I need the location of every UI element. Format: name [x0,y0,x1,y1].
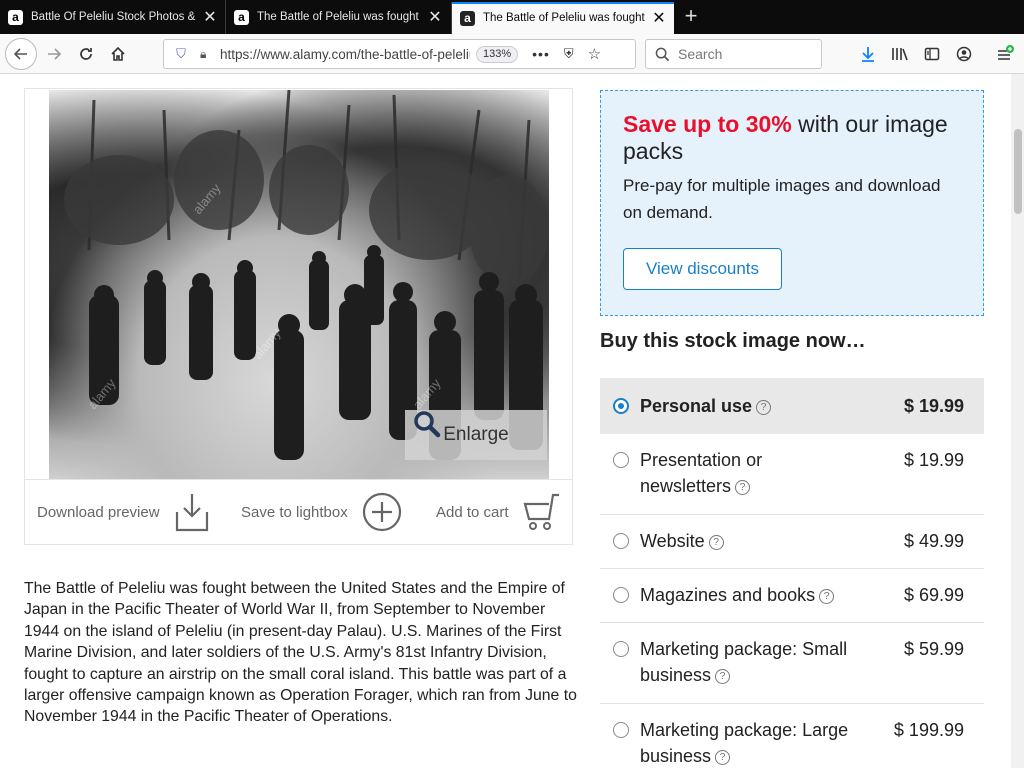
magnifier-icon [414,411,441,438]
download-preview-label: Download preview [37,503,160,521]
option-label: Website? [640,528,890,554]
radio-unselected[interactable] [613,587,629,603]
cart-icon [523,493,559,530]
stock-photo[interactable]: alamy alamy alamy alamy Enlarge [49,90,549,479]
bookmark-star-icon[interactable]: ☆ [588,45,601,63]
option-label: Personal use? [640,393,890,419]
save-to-lightbox-label: Save to lightbox [241,503,348,521]
new-tab-plus-icon[interactable]: + [680,4,702,28]
alamy-favicon-icon: a [8,9,23,25]
radio-unselected[interactable] [613,533,629,549]
home-icon [111,46,125,61]
pocket-icon[interactable]: ⛨ [564,46,574,62]
promo-headline: Save up to 30% with our image packs [623,111,961,165]
reload-icon [80,48,92,60]
option-label: Marketing package: Large business? [640,720,849,766]
arrow-right-icon [48,48,62,60]
help-icon[interactable]: ? [819,589,835,604]
promo-text: Pre-pay for multiple images and download… [623,176,941,222]
radio-unselected[interactable] [613,641,629,657]
lock-icon[interactable]: 🔒︎ [200,47,214,62]
add-to-cart-label: Add to cart [436,503,509,521]
option-price: $ 59.99 [903,639,964,659]
page-actions-icon[interactable]: ••• [532,46,550,62]
account-icon[interactable] [954,44,974,64]
license-option-website[interactable]: Website? $ 49.99 [600,515,984,569]
view-discounts-button[interactable]: View discounts [623,248,782,290]
close-tab-icon[interactable]: ✕ [203,7,217,27]
buy-heading: Buy this stock image now… [600,330,866,352]
radio-unselected[interactable] [613,452,629,468]
image-actions: Download preview Save to lightbox Add to… [25,479,572,545]
arrow-left-icon [13,48,27,60]
add-to-cart-button[interactable]: Add to cart [436,492,561,532]
browser-tab[interactable]: a The Battle of Peleliu was fought betwe… [225,0,450,34]
tracking-shield-icon[interactable]: ⛉ [172,46,190,62]
add-circle-icon [362,492,401,532]
reload-button[interactable] [72,40,100,68]
save-to-lightbox-button[interactable]: Save to lightbox [241,492,402,532]
forward-button[interactable] [40,40,68,68]
search-icon [655,47,670,61]
enlarge-button[interactable]: Enlarge [405,410,547,460]
address-bar[interactable]: ⛉ 🔒︎ https://www.alamy.com/the-battle-of… [163,39,636,69]
radio-unselected[interactable] [613,722,629,738]
tab-strip: a Battle Of Peleliu Stock Photos & Image… [0,0,1024,34]
option-price: $ 19.99 [903,396,964,416]
browser-tab-active[interactable]: a The Battle of Peleliu was fought betwe… [451,2,674,34]
help-icon[interactable]: ? [715,669,731,684]
help-icon[interactable]: ? [715,750,731,765]
option-price: $ 49.99 [903,531,964,551]
option-price: $ 69.99 [903,585,964,605]
promo-highlight: Save up to 30% [623,111,792,137]
menu-hamburger-icon[interactable] [995,44,1015,64]
license-option-magazines-books[interactable]: Magazines and books? $ 69.99 [600,569,984,623]
help-icon[interactable]: ? [735,480,751,495]
search-input[interactable]: Search [645,39,822,69]
image-pack-promo: Save up to 30% with our image packs Pre-… [600,90,984,316]
license-option-marketing-small[interactable]: Marketing package: Small business? $ 59.… [600,623,984,704]
help-icon[interactable]: ? [756,400,772,415]
url-text[interactable]: https://www.alamy.com/the-battle-of-pele… [220,47,470,62]
license-option-personal-use[interactable]: Personal use? $ 19.99 [600,378,984,434]
option-label: Magazines and books? [640,582,890,608]
tab-title: Battle Of Peleliu Stock Photos & Images [31,11,197,23]
scrollbar-thumb[interactable] [1014,129,1022,214]
browser-tab[interactable]: a Battle Of Peleliu Stock Photos & Image… [0,0,225,34]
page-content: alamy alamy alamy alamy Enlarge Download… [0,74,1024,768]
home-button[interactable] [104,40,132,68]
download-preview-button[interactable]: Download preview [37,492,210,532]
downloads-icon[interactable] [858,44,878,64]
tab-title: The Battle of Peleliu was fought between [483,12,646,24]
zoom-level-badge[interactable]: 133% [476,45,519,63]
close-tab-icon[interactable]: ✕ [428,7,442,27]
image-card: alamy alamy alamy alamy Enlarge Download… [24,88,573,545]
license-option-presentation[interactable]: Presentation or newsletters? $ 19.99 [600,434,984,515]
sidebar-icon[interactable] [922,44,942,64]
license-option-marketing-large[interactable]: Marketing package: Large business? $ 199… [600,704,984,768]
option-label: Presentation or newsletters? [640,450,763,496]
alamy-favicon-icon: a [460,10,475,26]
back-button[interactable] [5,38,37,70]
library-icon[interactable] [890,44,910,64]
option-label: Marketing package: Small business? [640,639,848,685]
option-price: $ 19.99 [903,450,964,470]
help-icon[interactable]: ? [708,535,724,550]
close-tab-icon[interactable]: ✕ [652,8,666,28]
download-icon [175,494,208,532]
enlarge-label: Enlarge [443,424,509,445]
tab-title: The Battle of Peleliu was fought between [257,11,422,23]
page-scrollbar[interactable] [1011,74,1024,768]
navigation-toolbar: ⛉ 🔒︎ https://www.alamy.com/the-battle-of… [0,34,1024,74]
search-placeholder: Search [678,46,723,62]
alamy-favicon-icon: a [234,9,249,25]
radio-selected[interactable] [613,398,629,414]
option-price: $ 199.99 [893,720,964,740]
image-description: The Battle of Peleliu was fought between… [24,580,577,726]
